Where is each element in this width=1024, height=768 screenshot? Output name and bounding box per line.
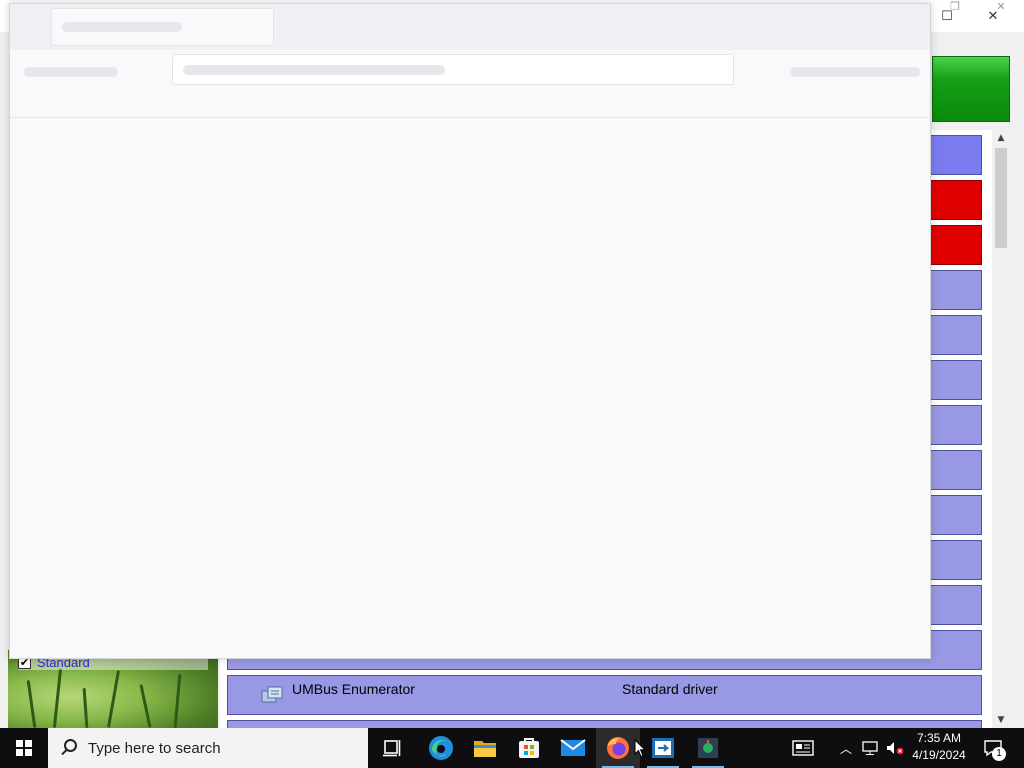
tab-title-placeholder xyxy=(62,22,182,32)
device-row[interactable]: UMBus Enumerator Standard driver xyxy=(227,675,982,715)
device-name: UMBus Enumerator xyxy=(292,681,415,697)
driver-tool-icon[interactable] xyxy=(686,728,730,768)
loading-tab[interactable] xyxy=(51,8,274,46)
device-row[interactable]: Composite Bus EnumeratorStandard driver xyxy=(227,720,982,728)
page-content-area xyxy=(10,118,930,658)
bus-device-icon xyxy=(260,685,284,705)
microsoft-store-icon[interactable] xyxy=(507,728,551,768)
file-explorer-icon[interactable] xyxy=(463,728,507,768)
clock-date: 4/19/2024 xyxy=(912,748,966,762)
task-view-icon[interactable] xyxy=(370,728,414,768)
show-hidden-icons-chevron-icon[interactable]: ︿ xyxy=(836,728,856,768)
tab-strip xyxy=(10,4,930,50)
green-banner-image xyxy=(932,56,1010,122)
search-icon xyxy=(60,738,80,758)
vertical-scrollbar[interactable]: ▲ ▼ xyxy=(992,130,1010,728)
mail-icon[interactable] xyxy=(551,728,595,768)
edge-browser-icon[interactable] xyxy=(419,728,463,768)
close-button[interactable]: ✕ xyxy=(970,0,1016,32)
taskbar: Type here to search ︿ 7:35 AM 4/19/2024 … xyxy=(0,728,1024,768)
scroll-down-arrow-icon[interactable]: ▼ xyxy=(992,712,1010,728)
clock-time: 7:35 AM xyxy=(916,731,962,745)
nav-buttons-placeholder xyxy=(24,67,118,77)
toolbar-actions-placeholder xyxy=(790,67,920,77)
volume-muted-icon[interactable] xyxy=(884,728,906,768)
device-driver-status: Standard driver xyxy=(622,681,718,697)
loading-browser-window xyxy=(9,3,931,659)
taskbar-search-box[interactable]: Type here to search xyxy=(48,728,368,768)
windows-logo-icon xyxy=(16,740,32,756)
remote-app-icon[interactable] xyxy=(641,728,685,768)
network-icon[interactable] xyxy=(860,728,882,768)
scrollbar-thumb[interactable] xyxy=(995,148,1007,248)
scroll-up-arrow-icon[interactable]: ▲ xyxy=(992,130,1010,146)
start-button[interactable] xyxy=(0,728,48,768)
address-bar[interactable] xyxy=(172,54,734,85)
address-text-placeholder xyxy=(183,65,445,75)
system-clock[interactable]: 7:35 AM 4/19/2024 xyxy=(904,730,974,766)
news-widget-icon[interactable] xyxy=(786,728,820,768)
search-placeholder: Type here to search xyxy=(88,739,221,757)
notification-count-badge: 1 xyxy=(992,747,1006,761)
toolbar xyxy=(10,50,930,118)
